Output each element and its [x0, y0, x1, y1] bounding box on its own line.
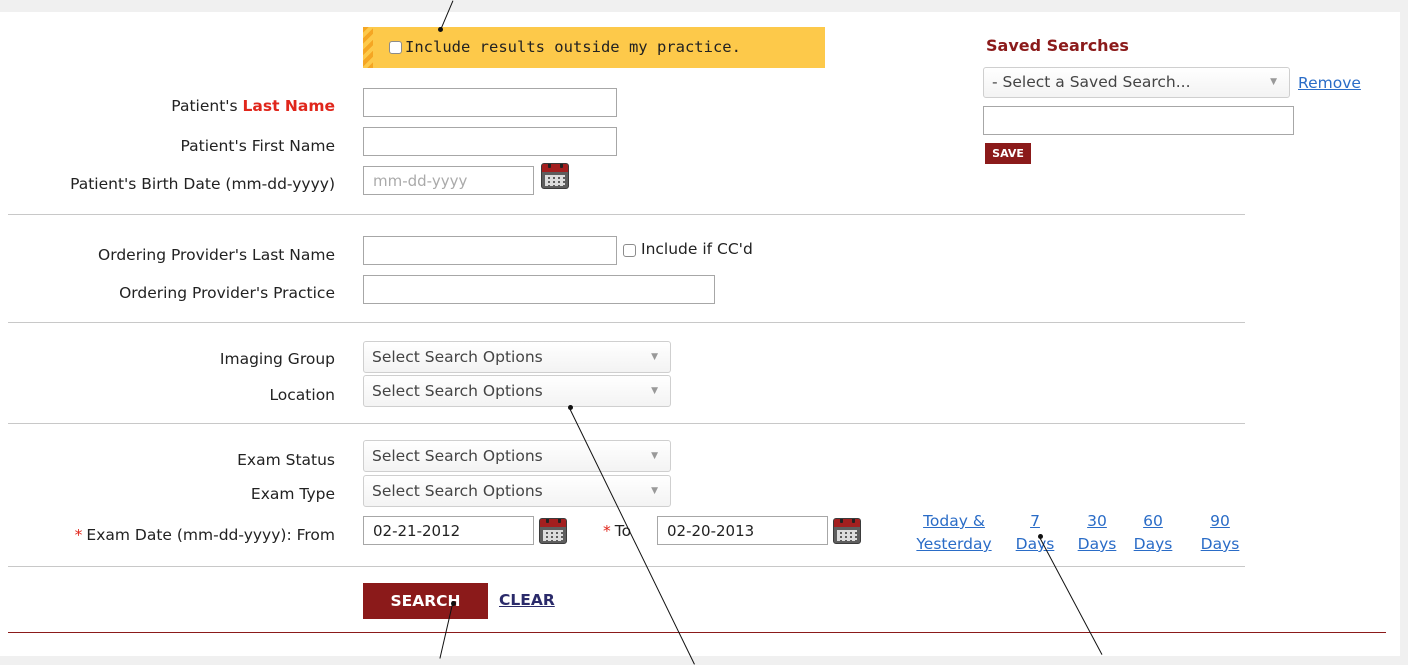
- quick-range-line2: Days: [1200, 535, 1240, 553]
- chevron-down-icon: ▼: [651, 352, 658, 362]
- quick-range-line1: 60: [1143, 512, 1163, 530]
- exam-type-select[interactable]: Select Search Options ▼: [363, 475, 671, 507]
- chevron-down-icon: ▼: [651, 386, 658, 396]
- remove-saved-search-link[interactable]: Remove: [1298, 74, 1361, 92]
- section-divider: [8, 423, 1245, 424]
- saved-search-selected-value: - Select a Saved Search...: [992, 73, 1191, 91]
- saved-search-name-input[interactable]: [983, 106, 1294, 135]
- section-divider: [8, 214, 1245, 215]
- provider-practice-label: Ordering Provider's Practice: [119, 284, 335, 302]
- save-button-label: SAVE: [992, 147, 1024, 160]
- exam-date-to-input[interactable]: [657, 516, 828, 545]
- exam-type-label: Exam Type: [250, 485, 335, 503]
- to-date-calendar-icon[interactable]: [833, 518, 861, 544]
- outside-practice-label: Include results outside my practice.: [405, 38, 741, 56]
- patient-last-name-prefix: Patient's: [171, 97, 243, 115]
- patient-birth-date-input[interactable]: [363, 166, 534, 195]
- imaging-group-select[interactable]: Select Search Options ▼: [363, 341, 671, 373]
- outside-practice-checkbox[interactable]: [389, 41, 402, 54]
- include-cc-label: Include if CC'd: [641, 240, 753, 258]
- 60-days-link[interactable]: 60 Days: [1131, 510, 1175, 556]
- patient-last-name-input[interactable]: [363, 88, 617, 117]
- patient-first-name-label: Patient's First Name: [180, 137, 335, 155]
- imaging-group-value: Select Search Options: [372, 348, 543, 366]
- location-select[interactable]: Select Search Options ▼: [363, 375, 671, 407]
- exam-status-value: Select Search Options: [372, 447, 543, 465]
- birth-date-calendar-icon[interactable]: [541, 163, 569, 189]
- include-cc-checkbox[interactable]: [623, 244, 636, 257]
- callout-dot-7days: [1038, 534, 1043, 539]
- location-value: Select Search Options: [372, 382, 543, 400]
- quick-range-line1: 90: [1210, 512, 1230, 530]
- patient-last-name-emphasis: Last Name: [242, 97, 335, 115]
- 30-days-link[interactable]: 30 Days: [1075, 510, 1119, 556]
- exam-status-select[interactable]: Select Search Options ▼: [363, 440, 671, 472]
- banner-stripe: [363, 27, 373, 68]
- provider-last-name-input[interactable]: [363, 236, 617, 265]
- quick-range-line2: Days: [1077, 535, 1117, 553]
- exam-date-label-text: Exam Date (mm-dd-yyyy): From: [86, 526, 335, 544]
- 7-days-link[interactable]: 7 Days: [1015, 510, 1055, 556]
- quick-range-line1: 7: [1030, 512, 1040, 530]
- today-yesterday-link[interactable]: Today & Yesterday: [906, 510, 1002, 556]
- chevron-down-icon: ▼: [1270, 77, 1277, 87]
- exam-date-from-input[interactable]: [363, 516, 534, 545]
- quick-range-line1: Today &: [923, 512, 985, 530]
- quick-range-line2: Yesterday: [916, 535, 992, 553]
- location-label: Location: [269, 386, 335, 404]
- chevron-down-icon: ▼: [651, 486, 658, 496]
- patient-birth-date-label: Patient's Birth Date (mm-dd-yyyy): [70, 175, 335, 193]
- chevron-down-icon: ▼: [651, 451, 658, 461]
- patient-first-name-input[interactable]: [363, 127, 617, 156]
- outside-practice-banner: Include results outside my practice.: [363, 27, 825, 68]
- section-divider: [8, 566, 1245, 567]
- bottom-divider: [8, 632, 1386, 633]
- patient-last-name-label: Patient's Last Name: [171, 96, 335, 116]
- provider-practice-input[interactable]: [363, 275, 715, 304]
- required-marker: *: [74, 526, 83, 544]
- 90-days-link[interactable]: 90 Days: [1198, 510, 1242, 556]
- callout-dot-location: [568, 405, 573, 410]
- callout-dot-banner: [438, 27, 443, 32]
- search-button[interactable]: SEARCH: [363, 583, 488, 619]
- saved-searches-title: Saved Searches: [986, 36, 1129, 55]
- exam-date-label: * Exam Date (mm-dd-yyyy): From: [75, 525, 335, 545]
- save-search-button[interactable]: SAVE: [985, 143, 1031, 164]
- quick-range-line1: 30: [1087, 512, 1107, 530]
- provider-last-name-label: Ordering Provider's Last Name: [98, 246, 335, 264]
- clear-link[interactable]: CLEAR: [499, 591, 555, 609]
- required-marker: *: [603, 522, 611, 540]
- exam-type-value: Select Search Options: [372, 482, 543, 500]
- section-divider: [8, 322, 1245, 323]
- from-date-calendar-icon[interactable]: [539, 518, 567, 544]
- imaging-group-label: Imaging Group: [219, 350, 335, 368]
- exam-status-label: Exam Status: [237, 451, 335, 469]
- quick-range-line2: Days: [1133, 535, 1173, 553]
- quick-range-line2: Days: [1015, 535, 1055, 553]
- callout-dot-search: [451, 601, 456, 606]
- saved-search-select[interactable]: - Select a Saved Search... ▼: [983, 67, 1290, 98]
